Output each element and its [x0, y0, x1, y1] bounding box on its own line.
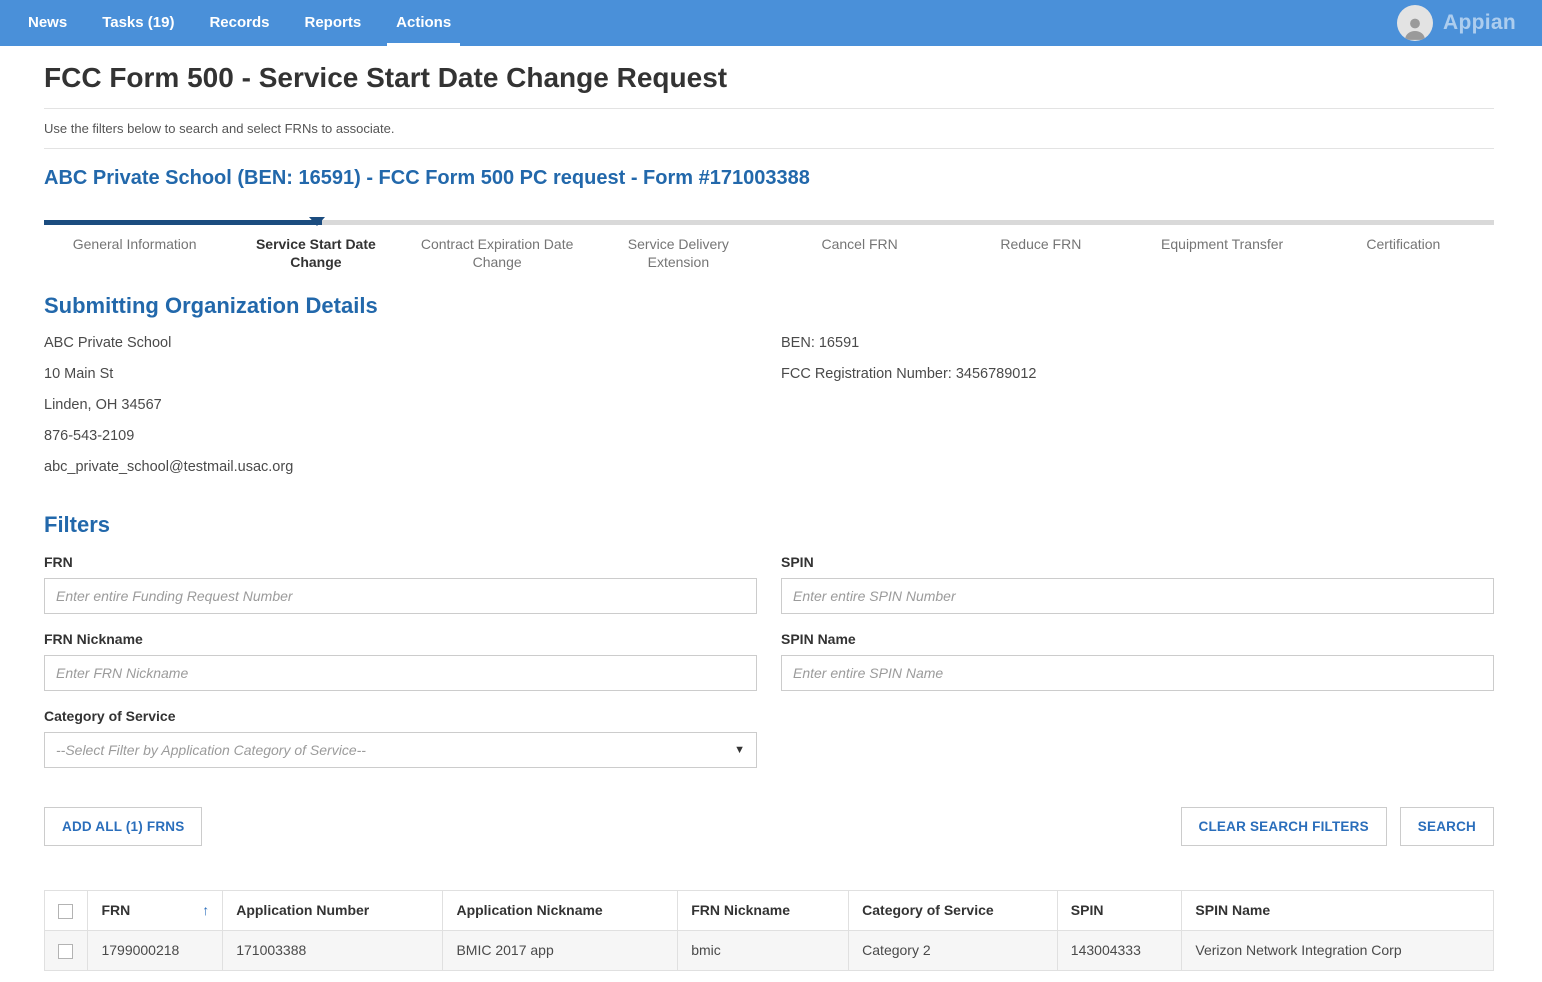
search-button[interactable]: SEARCH — [1400, 807, 1494, 846]
category-of-service-value: --Select Filter by Application Category … — [56, 742, 734, 758]
org-details: ABC Private School 10 Main St Linden, OH… — [44, 335, 1494, 490]
page-content: FCC Form 500 - Service Start Date Change… — [0, 46, 1542, 982]
frn-label: FRN — [44, 554, 757, 570]
cell-application-nickname: BMIC 2017 app — [443, 930, 678, 970]
column-header-application-number[interactable]: Application Number — [223, 891, 443, 931]
frn-results-table: FRN ↑ Application Number Application Nic… — [44, 890, 1494, 971]
cell-frn-nickname: bmic — [678, 930, 849, 970]
nav-item-reports[interactable]: Reports — [304, 0, 361, 46]
nav-item-actions[interactable]: Actions — [396, 0, 451, 46]
user-avatar[interactable] — [1397, 5, 1433, 41]
org-city-state-zip: Linden, OH 34567 — [44, 397, 757, 413]
appian-logo: Appian — [1443, 11, 1516, 35]
column-header-application-nickname[interactable]: Application Nickname — [443, 891, 678, 931]
column-header-spin[interactable]: SPIN — [1057, 891, 1182, 931]
wizard-step-equipment-transfer[interactable]: Equipment Transfer — [1132, 236, 1313, 271]
chevron-down-icon: ▼ — [734, 744, 745, 756]
org-details-left: ABC Private School 10 Main St Linden, OH… — [44, 335, 757, 490]
category-of-service-select[interactable]: --Select Filter by Application Category … — [44, 732, 757, 768]
cell-spin: 143004333 — [1057, 930, 1182, 970]
frn-input[interactable] — [44, 578, 757, 614]
frn-nickname-label: FRN Nickname — [44, 631, 757, 647]
org-details-right: BEN: 16591 FCC Registration Number: 3456… — [781, 335, 1494, 490]
row-select-cell — [45, 930, 88, 970]
column-header-category-of-service[interactable]: Category of Service — [849, 891, 1058, 931]
wizard-step-contract-expiration-date-change[interactable]: Contract Expiration Date Change — [407, 236, 588, 271]
column-header-frn-label: FRN — [101, 902, 130, 918]
frn-field: FRN — [44, 554, 757, 614]
org-email: abc_private_school@testmail.usac.org — [44, 459, 757, 475]
nav-menu: News Tasks (19) Records Reports Actions — [28, 0, 486, 46]
wizard-progress-bar — [44, 220, 1494, 225]
column-header-frn-nickname[interactable]: FRN Nickname — [678, 891, 849, 931]
page-title: FCC Form 500 - Service Start Date Change… — [44, 46, 1494, 108]
column-header-spin-name[interactable]: SPIN Name — [1182, 891, 1494, 931]
wizard-step-certification[interactable]: Certification — [1313, 236, 1494, 271]
org-phone: 876-543-2109 — [44, 428, 757, 444]
spin-name-label: SPIN Name — [781, 631, 1494, 647]
org-fcc-registration-number: FCC Registration Number: 3456789012 — [781, 366, 1494, 382]
sort-asc-icon[interactable]: ↑ — [202, 902, 209, 918]
nav-item-news[interactable]: News — [28, 0, 67, 46]
page-subtitle: Use the filters below to search and sele… — [44, 109, 1494, 148]
clear-search-filters-button[interactable]: CLEAR SEARCH FILTERS — [1181, 807, 1387, 846]
org-address-line: 10 Main St — [44, 366, 757, 382]
spin-field: SPIN — [781, 554, 1494, 614]
wizard-step-cancel-frn[interactable]: Cancel FRN — [769, 236, 950, 271]
table-row: 1799000218 171003388 BMIC 2017 app bmic … — [45, 930, 1494, 970]
spin-label: SPIN — [781, 554, 1494, 570]
wizard-step-service-delivery-extension[interactable]: Service Delivery Extension — [588, 236, 769, 271]
wizard-step-labels: General Information Service Start Date C… — [44, 225, 1494, 271]
frn-nickname-field: FRN Nickname — [44, 631, 757, 691]
form-heading: ABC Private School (BEN: 16591) - FCC Fo… — [44, 167, 1494, 190]
wizard-steps: General Information Service Start Date C… — [44, 220, 1494, 271]
wizard-step-general-information[interactable]: General Information — [44, 236, 225, 271]
wizard-step-service-start-date-change[interactable]: Service Start Date Change — [225, 236, 406, 271]
column-header-frn[interactable]: FRN ↑ — [88, 891, 223, 931]
select-all-checkbox[interactable] — [58, 904, 73, 919]
filter-grid-spacer — [781, 708, 1494, 768]
add-all-frns-button[interactable]: ADD ALL (1) FRNS — [44, 807, 202, 846]
nav-right: Appian — [1397, 5, 1516, 41]
row-checkbox[interactable] — [58, 944, 73, 959]
org-details-heading: Submitting Organization Details — [44, 293, 1494, 319]
top-nav: News Tasks (19) Records Reports Actions … — [0, 0, 1542, 46]
filters-form: FRN SPIN FRN Nickname SPIN Name Category… — [44, 554, 1494, 785]
current-step-marker-icon — [309, 217, 325, 226]
spin-name-input[interactable] — [781, 655, 1494, 691]
nav-item-records[interactable]: Records — [209, 0, 269, 46]
select-all-cell — [45, 891, 88, 931]
org-ben: BEN: 16591 — [781, 335, 1494, 351]
divider — [44, 148, 1494, 149]
wizard-progress-fill — [44, 220, 322, 225]
category-of-service-label: Category of Service — [44, 708, 757, 724]
spin-input[interactable] — [781, 578, 1494, 614]
wizard-step-reduce-frn[interactable]: Reduce FRN — [950, 236, 1131, 271]
spin-name-field: SPIN Name — [781, 631, 1494, 691]
filter-actions: ADD ALL (1) FRNS CLEAR SEARCH FILTERS SE… — [44, 807, 1494, 846]
filters-heading: Filters — [44, 512, 1494, 538]
cell-category-of-service: Category 2 — [849, 930, 1058, 970]
cell-spin-name: Verizon Network Integration Corp — [1182, 930, 1494, 970]
table-header-row: FRN ↑ Application Number Application Nic… — [45, 891, 1494, 931]
user-avatar-icon — [1401, 13, 1429, 41]
cell-application-number: 171003388 — [223, 930, 443, 970]
cell-frn: 1799000218 — [88, 930, 223, 970]
category-of-service-field: Category of Service --Select Filter by A… — [44, 708, 757, 768]
app-window: News Tasks (19) Records Reports Actions … — [0, 0, 1542, 982]
frn-nickname-input[interactable] — [44, 655, 757, 691]
org-name: ABC Private School — [44, 335, 757, 351]
nav-item-tasks[interactable]: Tasks (19) — [102, 0, 174, 46]
